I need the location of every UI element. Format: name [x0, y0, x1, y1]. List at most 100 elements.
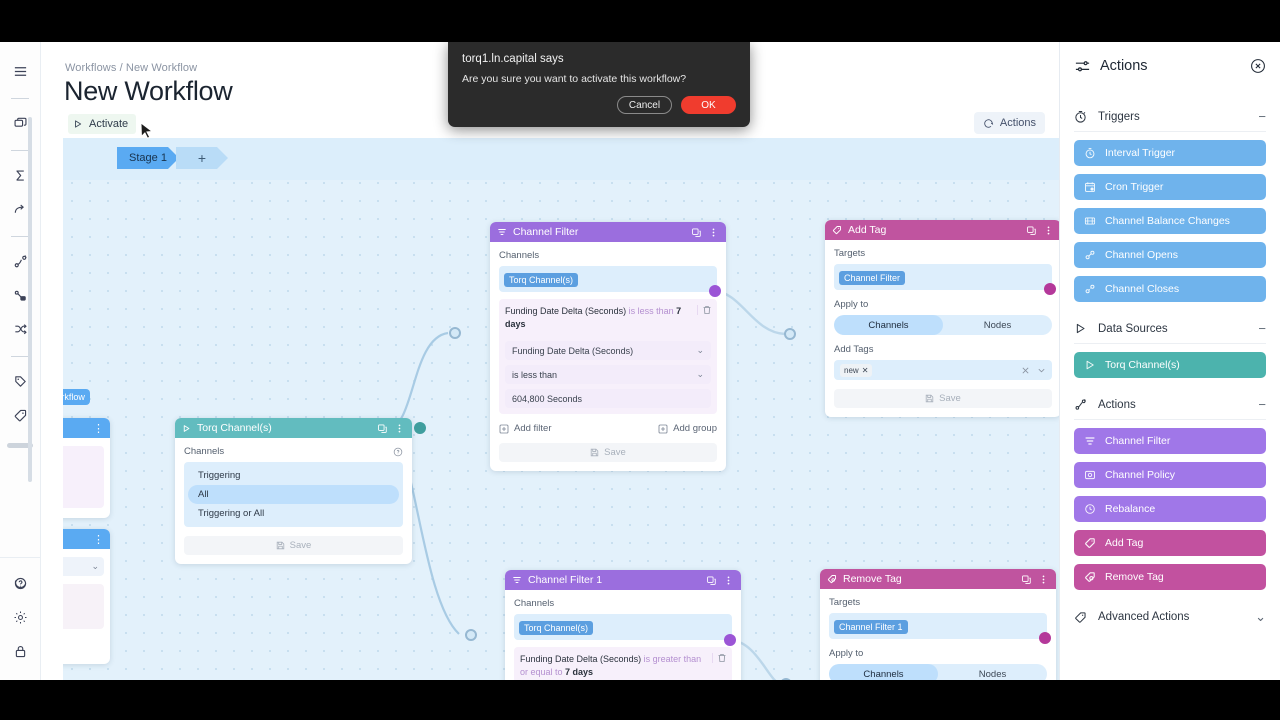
palette-item-channel-filter[interactable]: Channel Filter: [1074, 428, 1266, 454]
node-channel-filter-1[interactable]: Channel Filter 1 Channels Torq Channel(s…: [505, 570, 741, 680]
node-header[interactable]: Channel Filter: [490, 222, 726, 242]
section-header-triggers[interactable]: Triggers −: [1074, 102, 1266, 132]
collapse-toggle[interactable]: −: [1258, 397, 1266, 412]
channels-drop-zone[interactable]: Torq Channel(s): [514, 614, 732, 640]
offscreen-node-card[interactable]: ⋮ ⌄: [63, 529, 110, 664]
add-stage-button[interactable]: +: [176, 147, 228, 169]
palette-item-cron-trigger[interactable]: Cron Trigger: [1074, 174, 1266, 200]
apply-to-toggle[interactable]: Channels Nodes: [829, 664, 1047, 680]
close-icon[interactable]: [1250, 58, 1266, 74]
channels-drop-zone[interactable]: Torq Channel(s): [499, 266, 717, 292]
palette-item-rebalance[interactable]: Rebalance: [1074, 496, 1266, 522]
node-input-handle[interactable]: [449, 327, 461, 339]
duplicate-icon[interactable]: [1026, 225, 1037, 236]
option-triggering-or-all[interactable]: Triggering or All: [188, 504, 399, 523]
rail-scrollbar[interactable]: [28, 117, 32, 482]
delete-filter-icon[interactable]: [712, 653, 726, 663]
stage-tab-1[interactable]: Stage 1: [117, 147, 179, 169]
add-tags-input[interactable]: new ✕: [834, 360, 1052, 380]
save-button[interactable]: Save: [834, 389, 1052, 408]
node-menu-icon[interactable]: [708, 227, 719, 238]
workflow-canvas[interactable]: Stage 1 + Workflow ⋮: [63, 138, 1059, 680]
filter-operator-select[interactable]: is less than ⌄: [505, 365, 711, 385]
collapse-toggle[interactable]: −: [1258, 321, 1266, 336]
section-header-actions[interactable]: Actions −: [1074, 390, 1266, 420]
targets-drop-zone[interactable]: Channel Filter 1: [829, 613, 1047, 639]
target-chip[interactable]: Channel Filter 1: [834, 620, 908, 634]
duplicate-icon[interactable]: [706, 575, 717, 586]
remove-tag-x-icon[interactable]: ✕: [862, 366, 869, 375]
node-output-handle[interactable]: [709, 285, 721, 297]
expand-toggle[interactable]: ⌄: [1255, 609, 1266, 625]
node-torq-channels[interactable]: Torq Channel(s) Channels Triggering All …: [175, 418, 412, 564]
activate-button[interactable]: Activate: [68, 114, 137, 134]
filter-field-select[interactable]: Funding Date Delta (Seconds) ⌄: [505, 341, 711, 361]
node-menu-icon[interactable]: [723, 575, 734, 586]
section-header-data-sources[interactable]: Data Sources −: [1074, 314, 1266, 344]
delete-filter-icon[interactable]: [697, 305, 711, 315]
section-header-advanced-actions[interactable]: Advanced Actions ⌄: [1074, 602, 1266, 632]
palette-item-channel-policy[interactable]: Channel Policy: [1074, 462, 1266, 488]
option-triggering[interactable]: Triggering: [188, 466, 399, 485]
channel-chip[interactable]: Torq Channel(s): [519, 621, 594, 635]
section-title: Advanced Actions: [1098, 611, 1190, 623]
apply-to-nodes[interactable]: Nodes: [943, 315, 1052, 335]
clear-icon[interactable]: [1021, 366, 1030, 375]
palette-item-torq-channels[interactable]: Torq Channel(s): [1074, 352, 1266, 378]
save-button[interactable]: Save: [499, 443, 717, 463]
node-remove-tag[interactable]: Remove Tag Targets Channel Filter 1 Appl…: [820, 569, 1056, 680]
duplicate-icon[interactable]: [377, 423, 388, 434]
palette-item-channel-opens[interactable]: Channel Opens: [1074, 242, 1266, 268]
lock-icon[interactable]: [5, 636, 35, 666]
tag-pill[interactable]: new ✕: [840, 363, 873, 377]
node-menu-icon[interactable]: [1043, 225, 1054, 236]
target-chip[interactable]: Channel Filter: [839, 271, 906, 285]
info-icon[interactable]: [393, 447, 403, 457]
node-output-handle[interactable]: [1044, 283, 1056, 295]
apply-to-channels[interactable]: Channels: [834, 315, 943, 335]
node-add-tag[interactable]: Add Tag Targets Channel Filter Apply to: [825, 220, 1059, 417]
node-channel-filter[interactable]: Channel Filter Channels Torq Channel(s): [490, 222, 726, 472]
apply-to-nodes[interactable]: Nodes: [938, 664, 1047, 680]
apply-to-toggle[interactable]: Channels Nodes: [834, 315, 1052, 335]
gear-icon[interactable]: [5, 602, 35, 632]
duplicate-icon[interactable]: [1021, 574, 1032, 585]
node-header[interactable]: Add Tag: [825, 220, 1059, 240]
collapse-toggle[interactable]: −: [1258, 109, 1266, 124]
ok-button[interactable]: OK: [681, 96, 736, 114]
node-header[interactable]: Remove Tag: [820, 569, 1056, 589]
node-output-handle[interactable]: [724, 634, 736, 646]
node-output-handle[interactable]: [1039, 632, 1051, 644]
option-all[interactable]: All: [188, 485, 399, 504]
palette-item-remove-tag[interactable]: Remove Tag: [1074, 564, 1266, 590]
node-menu-icon[interactable]: [1038, 574, 1049, 585]
cancel-button[interactable]: Cancel: [617, 96, 672, 114]
channels-option-list[interactable]: Triggering All Triggering or All: [184, 462, 403, 527]
add-group-button[interactable]: Add group: [658, 423, 717, 434]
duplicate-icon[interactable]: [691, 227, 702, 238]
channel-chip[interactable]: Torq Channel(s): [504, 273, 579, 287]
palette-item-add-tag[interactable]: Add Tag: [1074, 530, 1266, 556]
add-filter-button[interactable]: Add filter: [499, 423, 552, 434]
help-icon[interactable]: [5, 568, 35, 598]
node-header[interactable]: Channel Filter 1: [505, 570, 741, 590]
offscreen-node-card[interactable]: ⋮: [63, 418, 110, 518]
node-input-handle[interactable]: [784, 328, 796, 340]
node-input-handle[interactable]: [780, 678, 792, 680]
save-button[interactable]: Save: [184, 536, 403, 555]
palette-item-channel-balance-changes[interactable]: Channel Balance Changes: [1074, 208, 1266, 234]
node-menu-icon[interactable]: [394, 423, 405, 434]
filter-icon: [497, 227, 507, 237]
actions-toolbar-button[interactable]: Actions: [973, 112, 1045, 134]
palette-item-interval-trigger[interactable]: Interval Trigger: [1074, 140, 1266, 166]
chevron-down-icon[interactable]: [1037, 366, 1046, 375]
apply-to-channels[interactable]: Channels: [829, 664, 938, 680]
breadcrumb[interactable]: Workflows / New Workflow: [65, 62, 197, 74]
node-input-handle[interactable]: [465, 629, 477, 641]
targets-drop-zone[interactable]: Channel Filter: [834, 264, 1052, 290]
palette-item-channel-closes[interactable]: Channel Closes: [1074, 276, 1266, 302]
node-header[interactable]: Torq Channel(s): [175, 418, 412, 438]
menu-icon[interactable]: [5, 56, 35, 86]
node-output-handle[interactable]: [414, 422, 426, 434]
filter-value-input[interactable]: 604,800 Seconds: [505, 389, 711, 409]
